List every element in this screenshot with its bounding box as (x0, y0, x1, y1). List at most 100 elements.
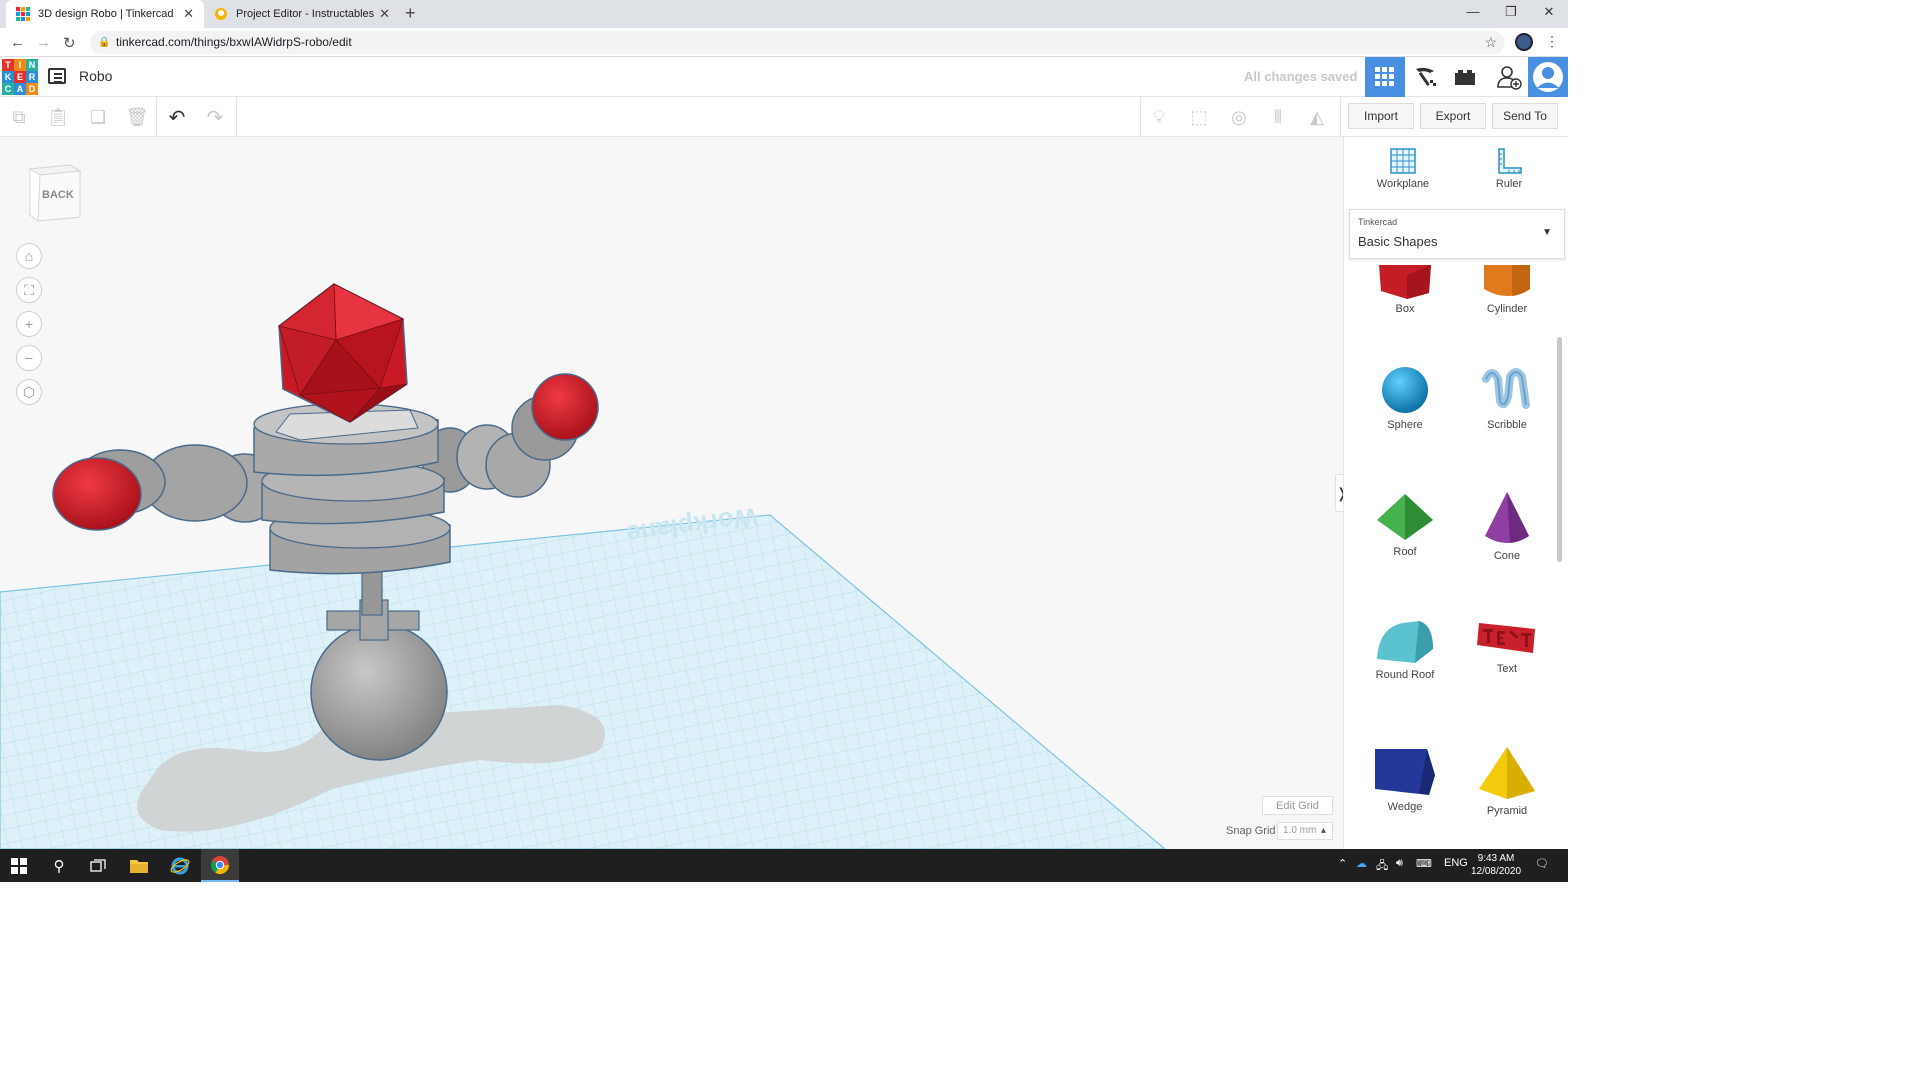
send-to-button[interactable]: Send To (1492, 103, 1558, 129)
close-tab-icon[interactable]: ✕ (379, 6, 390, 22)
new-tab-icon[interactable]: + (405, 3, 416, 24)
logo-letter: I (14, 59, 26, 71)
redo-icon[interactable]: ↷ (204, 106, 226, 129)
bricks-view-button[interactable] (1445, 57, 1485, 97)
save-status: All changes saved (1244, 69, 1358, 84)
language-indicator[interactable]: ENG (1444, 857, 1468, 869)
undo-icon[interactable]: ↶ (166, 106, 188, 129)
task-view-icon[interactable] (87, 849, 109, 882)
view-cube[interactable]: BACK (26, 161, 82, 222)
delete-icon[interactable]: 🗑︎ (126, 106, 149, 128)
toolbar-divider (236, 97, 237, 137)
shape-text[interactable]: Text (1467, 619, 1547, 675)
ruler-tool[interactable]: Ruler (1474, 147, 1544, 190)
snap-grid-select[interactable]: 1.0 mm ▴ (1277, 822, 1333, 840)
tray-chevron-icon[interactable]: ⌃ (1338, 857, 1347, 870)
browser-tab-tinkercad[interactable]: 3D design Robo | Tinkercad ✕ (6, 0, 204, 28)
toolbar-divider (156, 97, 157, 137)
workplane-tool-label: Workplane (1376, 178, 1430, 190)
align-icon[interactable]: ⫴ (1267, 106, 1289, 128)
ungroup-icon[interactable]: ◎ (1228, 106, 1250, 128)
file-explorer-icon[interactable] (128, 849, 150, 882)
roof-shape-icon (1377, 494, 1433, 540)
toolbar-divider (1140, 97, 1141, 137)
onedrive-icon[interactable]: ☁ (1356, 857, 1367, 870)
address-bar[interactable]: 🔒 tinkercad.com/things/bxwIAWidrpS-robo/… (90, 31, 1505, 54)
duplicate-icon[interactable]: ❏ (87, 106, 109, 128)
profile-avatar[interactable] (1515, 33, 1533, 51)
browser-tab-strip: 3D design Robo | Tinkercad ✕ Project Edi… (0, 0, 1568, 28)
scribble-shape-icon (1482, 368, 1530, 409)
zoom-in-icon[interactable]: + (16, 311, 42, 337)
shape-pyramid[interactable]: Pyramid (1467, 745, 1547, 817)
search-icon[interactable]: ⚲ (48, 849, 70, 882)
back-arrow-icon[interactable]: ← (10, 34, 25, 51)
paste-icon[interactable]: 📋︎ (47, 106, 70, 128)
close-tab-icon[interactable]: ✕ (183, 6, 194, 22)
minimize-icon[interactable]: — (1458, 4, 1488, 19)
keyboard-icon[interactable]: ⌨ (1416, 857, 1432, 870)
base-sphere[interactable] (310, 623, 448, 761)
logo-letter: R (26, 71, 38, 83)
shape-wedge[interactable]: Wedge (1365, 745, 1445, 813)
restore-icon[interactable]: ❐ (1496, 4, 1526, 20)
right-hand-sphere[interactable] (531, 373, 599, 441)
copy-icon[interactable]: ⧉ (8, 106, 30, 128)
reload-icon[interactable]: ↻ (63, 34, 76, 52)
shape-label: Roof (1393, 546, 1417, 558)
shape-roof[interactable]: Roof (1365, 490, 1445, 558)
tab-title: 3D design Robo | Tinkercad (38, 8, 174, 20)
chrome-taskbar-icon[interactable] (201, 849, 239, 882)
clock-date: 12/08/2020 (1470, 866, 1522, 877)
shape-cone[interactable]: Cone (1467, 490, 1547, 562)
windows-start-icon[interactable] (8, 849, 30, 882)
user-avatar[interactable] (1528, 57, 1568, 97)
shape-box[interactable]: Box (1365, 265, 1445, 315)
zoom-out-icon[interactable]: − (16, 345, 42, 371)
shape-round-roof[interactable]: Round Roof (1365, 619, 1445, 681)
export-button[interactable]: Export (1420, 103, 1486, 129)
shape-label: Sphere (1387, 419, 1423, 431)
logo-letter: E (14, 71, 26, 83)
browser-tab-instructables[interactable]: Project Editor - Instructables ✕ (204, 0, 400, 28)
shape-sphere[interactable]: Sphere (1365, 365, 1445, 431)
left-hand-sphere[interactable] (52, 457, 142, 531)
home-view-icon[interactable]: ⌂ (16, 243, 42, 269)
3d-design-view-button[interactable] (1365, 57, 1405, 97)
design-title[interactable]: Robo (79, 68, 112, 84)
logo-letter: A (14, 83, 26, 95)
notifications-icon[interactable]: 🗨︎ (1535, 857, 1549, 870)
window-close-icon[interactable]: ✕ (1534, 4, 1564, 20)
design-menu-icon[interactable] (48, 68, 66, 84)
browser-toolbar: ← → ↻ 🔒 tinkercad.com/things/bxwIAWidrpS… (0, 28, 1568, 57)
group-icon[interactable]: ⬚ (1188, 106, 1210, 128)
fit-view-icon[interactable]: ⛶ (16, 277, 42, 303)
bookmark-star-icon[interactable]: ☆ (1484, 31, 1497, 54)
shape-scribble[interactable]: Scribble (1467, 365, 1547, 431)
taskbar-clock[interactable]: 9:43 AM 12/08/2020 (1470, 852, 1522, 878)
mirror-icon[interactable]: ◭ (1306, 106, 1328, 128)
minecraft-view-button[interactable] (1405, 57, 1445, 97)
forward-arrow-icon[interactable]: → (36, 34, 51, 51)
volume-icon[interactable]: 🔊︎ (1396, 857, 1403, 870)
shape-label: Wedge (1387, 801, 1423, 813)
edit-grid-button[interactable]: Edit Grid (1262, 796, 1333, 815)
panel-scrollbar[interactable] (1557, 337, 1562, 562)
cylinder-shape-icon (1484, 265, 1530, 296)
neck-cylinder[interactable] (361, 569, 383, 616)
perspective-icon[interactable]: ⬡ (16, 379, 42, 405)
workplane-canvas[interactable]: Workplane BACK ⌂ ⛶ + − ⬡ (0, 137, 1343, 849)
import-button[interactable]: Import (1348, 103, 1414, 129)
tinkercad-logo[interactable]: T I N K E R C A D (2, 59, 38, 95)
lightbulb-icon[interactable]: 💡︎ (1148, 106, 1170, 128)
browser-menu-icon[interactable]: ⋮ (1545, 33, 1559, 50)
invite-user-button[interactable] (1489, 57, 1529, 97)
shape-cylinder[interactable]: Cylinder (1467, 265, 1547, 315)
shape-label: Box (1395, 303, 1415, 315)
shape-library-select[interactable]: Tinkercad Basic Shapes ▼ (1349, 209, 1565, 259)
shape-label: Cylinder (1486, 303, 1528, 315)
internet-explorer-icon[interactable] (168, 849, 192, 882)
head-icosahedron[interactable] (278, 283, 408, 423)
network-icon[interactable]: 🖧︎ (1376, 857, 1388, 876)
workplane-tool[interactable]: Workplane (1368, 147, 1438, 190)
